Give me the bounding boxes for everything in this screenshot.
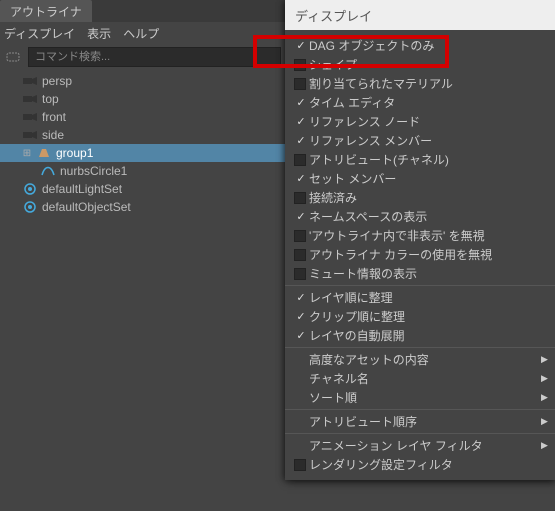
mi-sort-clip[interactable]: ✓クリップ順に整理 xyxy=(285,307,555,326)
mi-namespace[interactable]: ✓ネームスペースの表示 xyxy=(285,207,555,226)
node-label: defaultObjectSet xyxy=(42,200,131,214)
mi-attr-channel[interactable]: アトリビュート(チャネル) xyxy=(285,150,555,169)
check-icon: ✓ xyxy=(293,291,309,305)
menu-group-2: ✓レイヤ順に整理 ✓クリップ順に整理 ✓レイヤの自動展開 xyxy=(285,285,555,347)
mi-ignore-hidden[interactable]: 'アウトライナ内で非表示' を無視 xyxy=(285,226,555,245)
mi-channel-name[interactable]: チャネル名▶ xyxy=(285,369,555,388)
tree-node-group1[interactable]: ⊞ group1 xyxy=(0,144,285,162)
check-icon: ✓ xyxy=(293,115,309,129)
nurbs-curve-icon xyxy=(40,164,56,178)
mi-set-member[interactable]: ✓セット メンバー xyxy=(285,169,555,188)
tree-node-persp[interactable]: persp xyxy=(0,72,285,90)
tree-node-side[interactable]: side xyxy=(0,126,285,144)
mi-time-editor[interactable]: ✓タイム エディタ xyxy=(285,93,555,112)
menu-display[interactable]: ディスプレイ xyxy=(4,25,75,42)
check-icon: ✓ xyxy=(293,329,309,343)
checkbox-icon xyxy=(293,77,309,91)
outliner-panel: アウトライナ ディスプレイ 表示 ヘルプ persp top front sid… xyxy=(0,0,285,511)
checkbox-icon xyxy=(293,248,309,262)
mi-render-filter[interactable]: レンダリング設定フィルタ xyxy=(285,455,555,474)
check-icon: ✓ xyxy=(293,310,309,324)
menu-group-1: ✓DAG オブジェクトのみ シェイプ 割り当てられたマテリアル ✓タイム エディ… xyxy=(285,34,555,285)
mi-materials[interactable]: 割り当てられたマテリアル xyxy=(285,74,555,93)
checkbox-icon xyxy=(293,153,309,167)
checkbox-icon xyxy=(293,229,309,243)
check-icon: ✓ xyxy=(293,134,309,148)
submenu-arrow-icon: ▶ xyxy=(541,416,555,427)
mi-shapes[interactable]: シェイプ xyxy=(285,55,555,74)
mi-ref-node[interactable]: ✓リファレンス ノード xyxy=(285,112,555,131)
node-label: side xyxy=(42,128,64,142)
mi-asset-content[interactable]: 高度なアセットの内容▶ xyxy=(285,350,555,369)
expander-icon[interactable]: ⊞ xyxy=(22,148,32,159)
node-label: nurbsCircle1 xyxy=(60,164,127,178)
search-input[interactable] xyxy=(28,47,281,67)
mi-attr-order[interactable]: アトリビュート順序▶ xyxy=(285,412,555,431)
tree-node-objectset[interactable]: defaultObjectSet xyxy=(0,198,285,216)
set-icon xyxy=(22,182,38,196)
checkbox-icon xyxy=(293,458,309,472)
menu-group-3: 高度なアセットの内容▶ チャネル名▶ ソート順▶ xyxy=(285,347,555,409)
transform-icon xyxy=(36,146,52,160)
menu-group-5: アニメーション レイヤ フィルタ▶ レンダリング設定フィルタ xyxy=(285,433,555,476)
mi-ref-member[interactable]: ✓リファレンス メンバー xyxy=(285,131,555,150)
mi-connected[interactable]: 接続済み xyxy=(285,188,555,207)
camera-icon xyxy=(22,92,38,106)
tree-node-lightset[interactable]: defaultLightSet xyxy=(0,180,285,198)
tree-node-nurbs[interactable]: nurbsCircle1 xyxy=(0,162,285,180)
mi-anim-layer-filter[interactable]: アニメーション レイヤ フィルタ▶ xyxy=(285,436,555,455)
camera-icon xyxy=(22,74,38,88)
node-label: group1 xyxy=(56,146,93,160)
dropdown-body: ✓DAG オブジェクトのみ シェイプ 割り当てられたマテリアル ✓タイム エディ… xyxy=(285,30,555,480)
mi-dag-only[interactable]: ✓DAG オブジェクトのみ xyxy=(285,36,555,55)
node-label: front xyxy=(42,110,66,124)
node-label: top xyxy=(42,92,59,106)
checkbox-icon xyxy=(293,58,309,72)
node-label: defaultLightSet xyxy=(42,182,122,196)
submenu-arrow-icon: ▶ xyxy=(541,440,555,451)
mi-sort-order[interactable]: ソート順▶ xyxy=(285,388,555,407)
search-row xyxy=(0,44,285,70)
tree-node-front[interactable]: front xyxy=(0,108,285,126)
mi-auto-expand[interactable]: ✓レイヤの自動展開 xyxy=(285,326,555,345)
submenu-arrow-icon: ▶ xyxy=(541,354,555,365)
menu-bar: ディスプレイ 表示 ヘルプ xyxy=(0,22,285,44)
tab-outliner[interactable]: アウトライナ xyxy=(0,0,92,22)
dropdown-header: ディスプレイ xyxy=(285,0,555,30)
checkbox-icon xyxy=(293,267,309,281)
search-scope-icon[interactable] xyxy=(4,48,24,66)
submenu-arrow-icon: ▶ xyxy=(541,392,555,403)
check-icon: ✓ xyxy=(293,172,309,186)
submenu-arrow-icon: ▶ xyxy=(541,373,555,384)
menu-show[interactable]: 表示 xyxy=(87,25,111,42)
display-dropdown: ディスプレイ ✓DAG オブジェクトのみ シェイプ 割り当てられたマテリアル ✓… xyxy=(285,0,555,480)
mi-ignore-color[interactable]: アウトライナ カラーの使用を無視 xyxy=(285,245,555,264)
menu-group-4: アトリビュート順序▶ xyxy=(285,409,555,433)
camera-icon xyxy=(22,128,38,142)
node-label: persp xyxy=(42,74,72,88)
tab-bar: アウトライナ xyxy=(0,0,285,22)
check-icon: ✓ xyxy=(293,39,309,53)
mi-mute-info[interactable]: ミュート情報の表示 xyxy=(285,264,555,283)
check-icon: ✓ xyxy=(293,210,309,224)
mi-sort-layer[interactable]: ✓レイヤ順に整理 xyxy=(285,288,555,307)
tree-node-top[interactable]: top xyxy=(0,90,285,108)
set-icon xyxy=(22,200,38,214)
checkbox-icon xyxy=(293,191,309,205)
menu-help[interactable]: ヘルプ xyxy=(123,25,159,42)
camera-icon xyxy=(22,110,38,124)
check-icon: ✓ xyxy=(293,96,309,110)
outliner-tree: persp top front side ⊞ group1 nurbsCircl… xyxy=(0,70,285,218)
